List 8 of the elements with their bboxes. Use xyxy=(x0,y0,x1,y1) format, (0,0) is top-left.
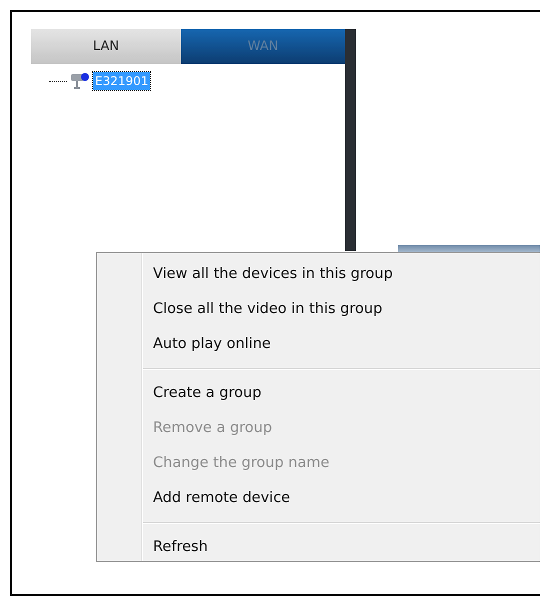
camera-icon xyxy=(69,70,91,92)
tab[interactable]: LAN xyxy=(31,29,181,64)
menu-item[interactable]: View all the devices in this group xyxy=(97,257,540,292)
menu-item[interactable]: Create a group xyxy=(97,376,540,411)
menu-item[interactable]: Close all the video in this group xyxy=(97,292,540,327)
menu-item[interactable]: Add remote device xyxy=(97,481,540,516)
menu-item[interactable]: Auto play online xyxy=(97,327,540,362)
menu-item[interactable]: Refresh xyxy=(97,530,540,565)
